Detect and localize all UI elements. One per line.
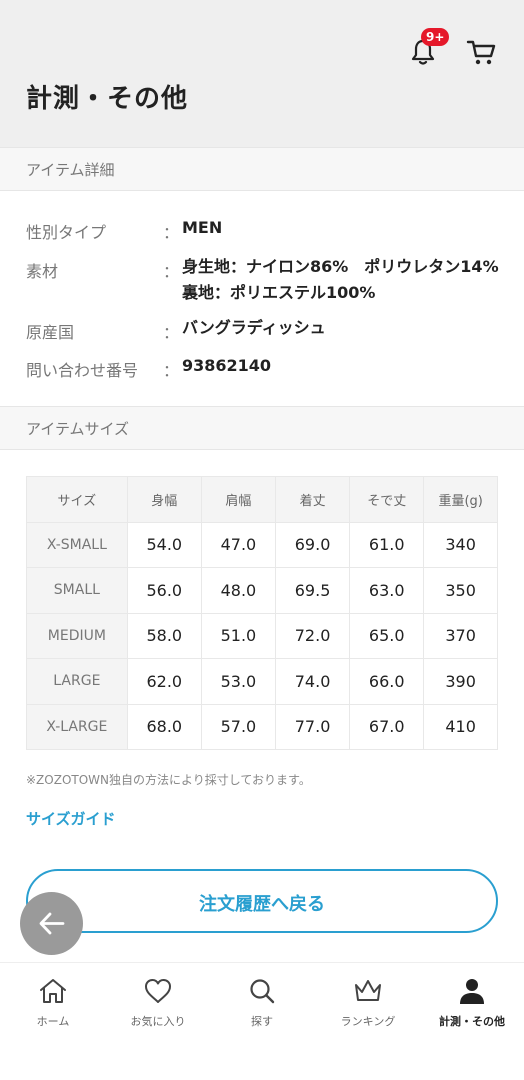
back-to-order-history-button[interactable]: 注文履歴へ戻る [26,869,498,933]
section-title: アイテム詳細 [26,161,115,179]
detail-colon: ： [163,361,180,380]
size-cell: LARGE [26,658,128,705]
column-header: サイズ [26,476,128,523]
arrow-left-icon [39,912,65,935]
value-cell: 68.0 [126,703,202,750]
tab-label: お気に入り [130,1015,186,1028]
tab-ranking[interactable]: ランキング [316,977,420,1029]
value-cell: 54.0 [126,521,202,568]
column-header: 肩幅 [200,476,277,523]
size-guide-link[interactable]: サイズガイド [26,808,116,829]
tab-label: 探す [251,1015,273,1028]
column-header: そで丈 [349,476,425,523]
home-icon [40,979,66,1003]
back-button[interactable] [20,892,83,955]
detail-colon: ： [163,223,180,242]
heart-icon [145,979,171,1003]
button-label: 注文履歴へ戻る [199,894,325,915]
table-row: SMALL 56.0 48.0 69.5 63.0 350 [26,567,498,614]
value-cell: 57.0 [200,703,277,750]
size-cell: SMALL [26,567,128,614]
tab-favorites[interactable]: お気に入り [106,977,210,1029]
bottom-tab-bar: ホーム お気に入り 探す ランキング 計測・その他 [0,962,524,1080]
measurement-note: ※ZOZOTOWN独自の方法により採寸しております。 [26,773,311,787]
value-cell: 53.0 [200,658,277,705]
value-cell: 69.5 [274,567,351,614]
value-cell: 74.0 [274,658,351,705]
detail-label: 問い合わせ番号 [26,361,139,380]
item-details-section-header: アイテム詳細 [0,147,524,191]
value-cell: 340 [423,521,498,568]
value-cell: 390 [423,658,498,705]
detail-label: 原産国 [26,323,75,342]
tab-label: 計測・その他 [439,1015,505,1028]
detail-value: MEN [182,218,223,237]
person-icon [460,979,484,1004]
page-header: 計測・その他 9+ [0,0,524,148]
detail-value: バングラディッシュ [182,318,326,337]
value-cell: 51.0 [200,612,277,659]
tab-label: ランキング [340,1015,396,1028]
table-header-row: サイズ 身幅 肩幅 着丈 そで丈 重量(g) [26,476,498,523]
tab-search[interactable]: 探す [210,977,314,1029]
table-row: LARGE 62.0 53.0 74.0 66.0 390 [26,658,498,705]
value-cell: 77.0 [274,703,351,750]
value-cell: 62.0 [126,658,202,705]
size-cell: X-SMALL [26,521,128,568]
tab-label: ホーム [36,1015,70,1028]
value-cell: 410 [423,703,498,750]
value-cell: 370 [423,612,498,659]
value-cell: 66.0 [349,658,425,705]
column-header: 着丈 [274,476,351,523]
value-cell: 65.0 [349,612,425,659]
table-row: X-SMALL 54.0 47.0 69.0 61.0 340 [26,521,498,568]
table-row: MEDIUM 58.0 51.0 72.0 65.0 370 [26,612,498,659]
page-title: 計測・その他 [26,84,189,114]
value-cell: 350 [423,567,498,614]
value-cell: 48.0 [200,567,277,614]
value-cell: 61.0 [349,521,425,568]
value-cell: 58.0 [126,612,202,659]
item-size-section-header: アイテムサイズ [0,406,524,450]
detail-colon: ： [163,262,180,281]
size-cell: X-LARGE [26,703,128,750]
notification-badge: 9+ [421,28,450,46]
detail-value: 身生地：ナイロン86% ポリウレタン14% 裏地：ポリエステル100% [182,257,515,302]
detail-label: 性別タイプ [26,223,107,242]
detail-value: 93862140 [182,356,272,375]
tab-measurement-other[interactable]: 計測・その他 [420,977,524,1029]
value-cell: 69.0 [274,521,351,568]
value-cell: 67.0 [349,703,425,750]
column-header: 重量(g) [423,476,498,523]
table-row: X-LARGE 68.0 57.0 77.0 67.0 410 [26,703,498,750]
crown-icon [355,980,381,1001]
search-icon [250,979,275,1004]
value-cell: 47.0 [200,521,277,568]
tab-home[interactable]: ホーム [1,977,105,1029]
detail-label: 素材 [26,262,59,281]
value-cell: 63.0 [349,567,425,614]
cart-icon[interactable] [466,38,496,66]
detail-colon: ： [163,323,180,342]
size-table: サイズ 身幅 肩幅 着丈 そで丈 重量(g) X-SMALL 54.0 47.0… [26,476,498,750]
section-title: アイテムサイズ [26,420,130,438]
size-cell: MEDIUM [26,612,128,659]
column-header: 身幅 [126,476,202,523]
value-cell: 56.0 [126,567,202,614]
size-table-scroll[interactable]: サイズ 身幅 肩幅 着丈 そで丈 重量(g) X-SMALL 54.0 47.0… [26,476,498,751]
value-cell: 72.0 [274,612,351,659]
